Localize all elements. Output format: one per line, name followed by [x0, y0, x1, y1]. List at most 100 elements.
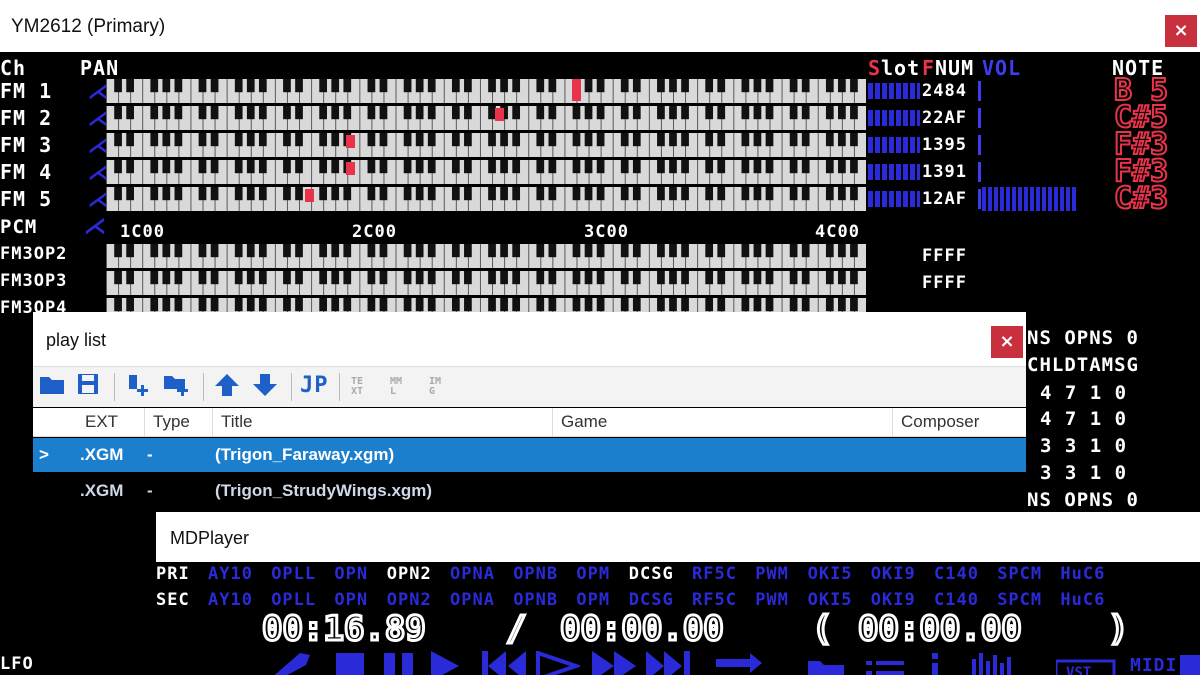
playlist-close-button[interactable]: × — [991, 326, 1023, 358]
chip-toggle-spcm[interactable]: SPCM — [997, 564, 1042, 584]
volume-marker — [978, 135, 981, 155]
svg-text:VST: VST — [1066, 665, 1091, 675]
row-type: - — [147, 445, 153, 464]
chip-toggle-pwm[interactable]: PWM — [755, 564, 789, 584]
chip-toggle-opn[interactable]: OPN — [334, 590, 368, 610]
previous-icon[interactable] — [482, 651, 532, 675]
channel-label: FM 4 — [0, 160, 53, 184]
chip-toggle-opna[interactable]: OPNA — [450, 564, 495, 584]
chip-toggle-spcm[interactable]: SPCM — [997, 590, 1042, 610]
fast-forward-icon[interactable] — [592, 651, 642, 675]
playlist-window: play list × JP TEXT MML IMG EXT Type — [33, 312, 1026, 512]
move-up-icon[interactable] — [214, 373, 240, 403]
pcm-tick-2: 2C00 — [352, 222, 397, 242]
chip-toggle-opnb[interactable]: OPNB — [513, 564, 558, 584]
fnum-value: 1395 — [922, 135, 967, 155]
pcm-tick-3: 3C00 — [584, 222, 629, 242]
playlist-row[interactable]: .XGM - (Trigon_StrudyWings.xgm) — [33, 474, 1026, 508]
pcm-tick-4: 4C00 — [815, 222, 860, 242]
folder-open-icon[interactable] — [39, 373, 65, 401]
piano-keyboard — [106, 187, 866, 216]
column-header-composer[interactable]: Composer — [893, 408, 1026, 436]
row-ext: .XGM — [80, 481, 124, 500]
slot-meter — [868, 83, 920, 99]
volume-marker — [978, 108, 981, 128]
playlist-icon[interactable] — [866, 657, 906, 675]
volume-marker — [978, 189, 981, 209]
mixer-icon[interactable] — [972, 651, 1032, 675]
slot-meter — [868, 137, 920, 153]
slot-meter — [868, 110, 920, 126]
image-export-icon: IM G — [429, 376, 442, 397]
keyboard-icon[interactable] — [1180, 655, 1200, 675]
fnum-header-f: F — [922, 56, 936, 80]
add-file-icon[interactable] — [125, 373, 151, 403]
time-separator: / — [504, 608, 528, 651]
active-key-marker — [346, 162, 355, 175]
time-paren-close: ) — [1106, 608, 1130, 651]
chip-toggle-opm[interactable]: OPM — [576, 564, 610, 584]
fnum-value: FFFF — [922, 273, 967, 293]
lfo-label: LFO — [0, 654, 34, 674]
chip-toggle-opll[interactable]: OPLL — [271, 564, 316, 584]
chip-toggle-oki9[interactable]: OKI9 — [871, 590, 916, 610]
stop-icon[interactable] — [336, 653, 364, 675]
ch-header: Ch — [0, 56, 27, 80]
piano-keyboard — [106, 244, 866, 273]
save-icon[interactable] — [77, 373, 99, 401]
column-header-game[interactable]: Game — [553, 408, 893, 436]
chip-toggle-c140[interactable]: C140 — [934, 564, 979, 584]
chip-toggle-oki5[interactable]: OKI5 — [808, 564, 853, 584]
loop-icon[interactable] — [716, 651, 766, 675]
folder-icon[interactable] — [808, 657, 844, 675]
add-folder-icon[interactable] — [163, 373, 191, 403]
chip-toggle-pwm[interactable]: PWM — [755, 590, 789, 610]
volume-meter — [982, 187, 1078, 211]
chip-toggle-huc6[interactable]: HuC6 — [1060, 564, 1105, 584]
fnum-value: FFFF — [922, 246, 967, 266]
slow-play-icon[interactable] — [536, 650, 583, 675]
chip-toggle-opn2[interactable]: OPN2 — [387, 590, 432, 610]
pause-icon[interactable] — [384, 653, 416, 675]
row-ext: .XGM — [80, 445, 124, 464]
active-key-marker — [495, 108, 504, 121]
chip-toggle-ay10[interactable]: AY10 — [208, 590, 253, 610]
info-icon[interactable] — [928, 653, 942, 675]
play-icon[interactable] — [431, 651, 461, 675]
pan-header: PAN — [80, 56, 120, 80]
mdplayer-titlebar: MDPlayer — [156, 512, 1200, 562]
chip-toggle-opnb[interactable]: OPNB — [513, 590, 558, 610]
ym2612-close-button[interactable]: × — [1165, 15, 1197, 47]
piano-keyboard — [106, 106, 866, 135]
chip-toggle-huc6[interactable]: HuC6 — [1060, 590, 1105, 610]
vst-icon[interactable]: VST — [1054, 657, 1116, 675]
chip-toggle-dcsg[interactable]: DCSG — [629, 590, 674, 610]
column-header-title[interactable]: Title — [213, 408, 553, 436]
chip-toggle-opll[interactable]: OPLL — [271, 590, 316, 610]
playlist-row[interactable]: > .XGM - (Trigon_Faraway.xgm) — [33, 438, 1026, 472]
chip-toggle-opn2[interactable]: OPN2 — [387, 564, 432, 584]
param-row-4: 3 3 1 0 — [1040, 462, 1128, 484]
chip-toggle-oki9[interactable]: OKI9 — [871, 564, 916, 584]
column-header-type[interactable]: Type — [145, 408, 213, 436]
op-row-label: FM3OP3 — [0, 271, 68, 291]
jp-button[interactable]: JP — [300, 373, 329, 398]
chip-toggle-oki5[interactable]: OKI5 — [808, 590, 853, 610]
chip-toggle-opm[interactable]: OPM — [576, 590, 610, 610]
playlist-titlebar: play list × — [33, 312, 1026, 366]
column-header-ext[interactable]: EXT — [77, 408, 145, 436]
sec-label: SEC — [156, 590, 190, 610]
chip-toggle-c140[interactable]: C140 — [934, 590, 979, 610]
playlist-toolbar: JP TE XT MM L IM G — [33, 366, 1026, 407]
chip-toggle-opn[interactable]: OPN — [334, 564, 368, 584]
chip-toggle-dcsg[interactable]: DCSG — [629, 564, 674, 584]
chip-toggle-rf5c[interactable]: RF5C — [692, 590, 737, 610]
settings-icon[interactable] — [266, 649, 316, 675]
move-down-icon[interactable] — [252, 373, 278, 403]
chip-toggle-opna[interactable]: OPNA — [450, 590, 495, 610]
midi-button[interactable]: MIDI — [1130, 655, 1177, 675]
chip-toggle-rf5c[interactable]: RF5C — [692, 564, 737, 584]
volume-marker — [978, 162, 981, 182]
chip-toggle-ay10[interactable]: AY10 — [208, 564, 253, 584]
next-icon[interactable] — [646, 651, 696, 675]
